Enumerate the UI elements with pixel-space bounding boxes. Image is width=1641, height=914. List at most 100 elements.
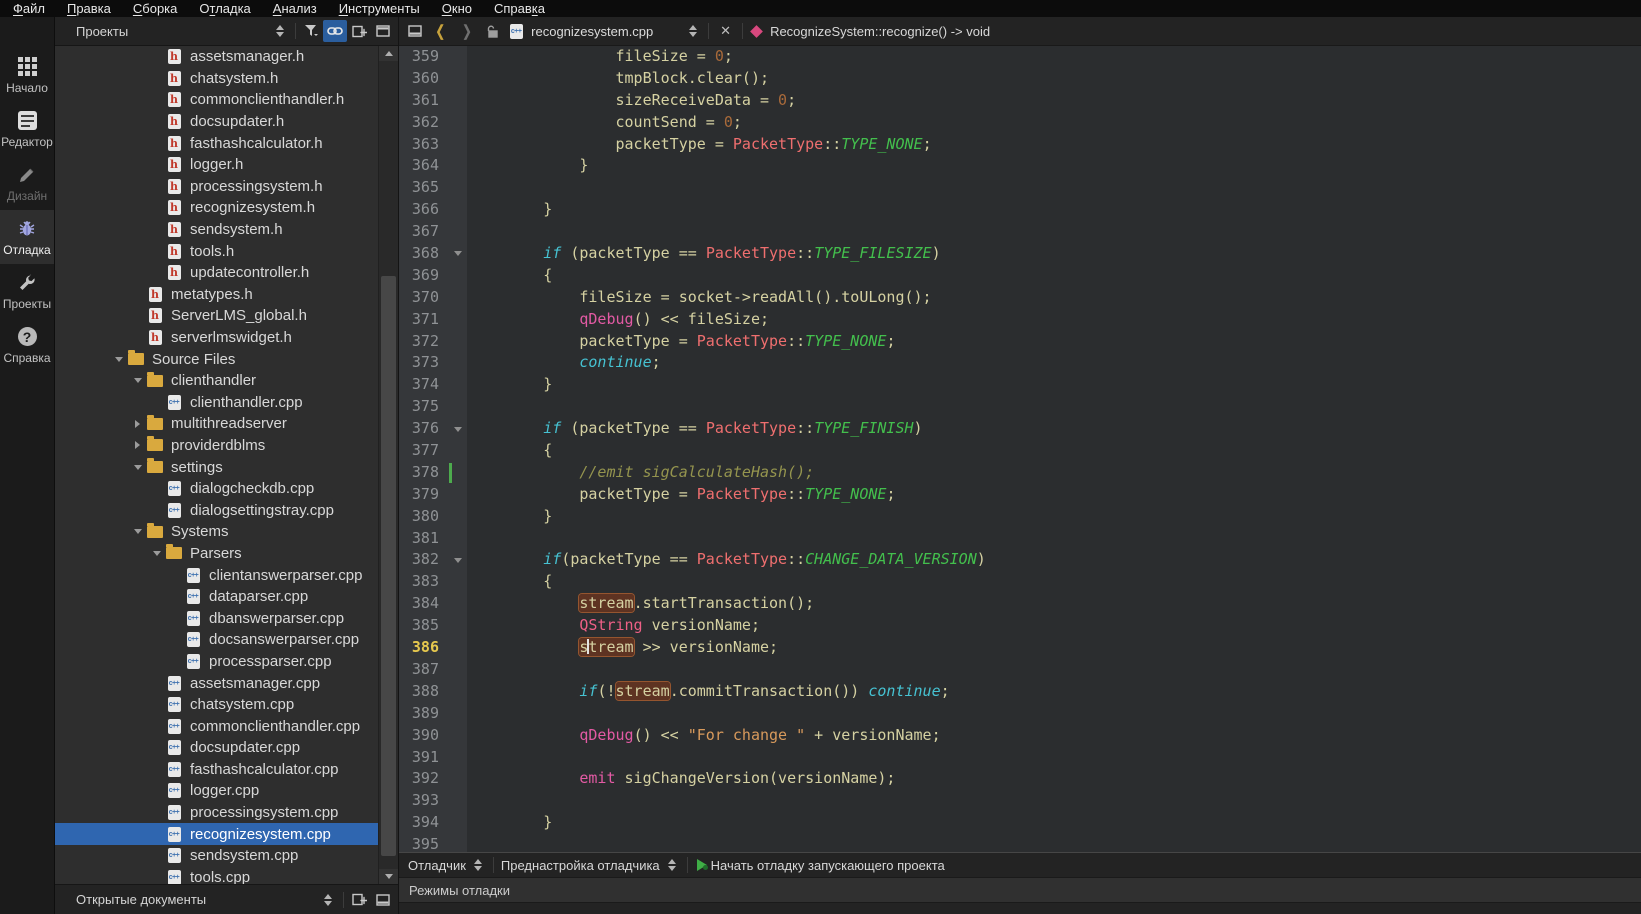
- code-line-383[interactable]: 383 {: [399, 571, 1641, 593]
- code-line-395[interactable]: 395: [399, 834, 1641, 852]
- tree-scrollbar[interactable]: [378, 46, 398, 884]
- menu-Инструменты[interactable]: Инструменты: [328, 0, 431, 17]
- link-with-editor-icon[interactable]: [323, 20, 347, 42]
- scrollbar-thumb[interactable]: [381, 276, 396, 856]
- code-line-372[interactable]: 372 packetType = PacketType::TYPE_NONE;: [399, 331, 1641, 353]
- code-editor[interactable]: 359 fileSize = 0;360 tmpBlock.clear();36…: [399, 46, 1641, 852]
- tree-file-serverlmswidget.h[interactable]: hserverlmswidget.h: [55, 327, 379, 349]
- tree-file-recognizesystem.h[interactable]: hrecognizesystem.h: [55, 197, 379, 219]
- fold-marker-icon[interactable]: [449, 418, 467, 440]
- tree-folder-clienthandler[interactable]: clienthandler: [55, 370, 379, 392]
- split-icon[interactable]: [347, 889, 371, 911]
- file-combo-icon[interactable]: [681, 20, 705, 42]
- mode-Редактор[interactable]: Редактор: [0, 102, 54, 156]
- tree-folder-settings[interactable]: settings: [55, 456, 379, 478]
- tree-file-updatecontroller.h[interactable]: hupdatecontroller.h: [55, 262, 379, 284]
- code-line-360[interactable]: 360 tmpBlock.clear();: [399, 68, 1641, 90]
- open-documents-title[interactable]: Открытые документы: [55, 892, 316, 907]
- menu-Сборка[interactable]: Сборка: [122, 0, 189, 17]
- tree-file-processingsystem.h[interactable]: hprocessingsystem.h: [55, 176, 379, 198]
- mode-Начало[interactable]: Начало: [0, 48, 54, 102]
- tree-file-docsupdater.cpp[interactable]: c++docsupdater.cpp: [55, 737, 379, 759]
- close-panel-icon[interactable]: [371, 20, 395, 42]
- code-line-367[interactable]: 367: [399, 221, 1641, 243]
- tree-file-tools.h[interactable]: htools.h: [55, 240, 379, 262]
- code-line-387[interactable]: 387: [399, 659, 1641, 681]
- code-line-394[interactable]: 394 }: [399, 812, 1641, 834]
- code-line-390[interactable]: 390 qDebug() << "For change " + versionN…: [399, 725, 1641, 747]
- tree-folder-multithreadserver[interactable]: multithreadserver: [55, 413, 379, 435]
- code-line-369[interactable]: 369 {: [399, 265, 1641, 287]
- projects-panel-title[interactable]: Проекты: [55, 24, 268, 39]
- code-line-375[interactable]: 375: [399, 396, 1641, 418]
- code-line-363[interactable]: 363 packetType = PacketType::TYPE_NONE;: [399, 134, 1641, 156]
- code-line-379[interactable]: 379 packetType = PacketType::TYPE_NONE;: [399, 484, 1641, 506]
- scroll-down-icon[interactable]: [379, 869, 398, 884]
- unlock-icon[interactable]: [480, 20, 504, 42]
- tree-file-dialogsettingstray.cpp[interactable]: c++dialogsettingstray.cpp: [55, 499, 379, 521]
- code-line-371[interactable]: 371 qDebug() << fileSize;: [399, 309, 1641, 331]
- tree-file-sendsystem.cpp[interactable]: c++sendsystem.cpp: [55, 845, 379, 867]
- code-line-378[interactable]: 378 //emit sigCalculateHash();: [399, 462, 1641, 484]
- code-line-391[interactable]: 391: [399, 747, 1641, 769]
- code-line-385[interactable]: 385 QString versionName;: [399, 615, 1641, 637]
- sort-combo-icon[interactable]: [316, 889, 340, 911]
- current-symbol[interactable]: RecognizeSystem::recognize() -> void: [770, 24, 990, 39]
- tree-file-metatypes.h[interactable]: hmetatypes.h: [55, 284, 379, 306]
- code-line-364[interactable]: 364 }: [399, 155, 1641, 177]
- start-debug-button[interactable]: Начать отладку запускающего проекта: [711, 858, 945, 873]
- tree-file-docsanswerparser.cpp[interactable]: c++docsanswerparser.cpp: [55, 629, 379, 651]
- tree-file-ServerLMS_global.h[interactable]: hServerLMS_global.h: [55, 305, 379, 327]
- tree-file-assetsmanager.h[interactable]: hassetsmanager.h: [55, 46, 379, 68]
- code-line-381[interactable]: 381: [399, 528, 1641, 550]
- code-line-377[interactable]: 377 {: [399, 440, 1641, 462]
- tree-file-recognizesystem.cpp[interactable]: c++recognizesystem.cpp: [55, 823, 379, 845]
- code-line-368[interactable]: 368 if (packetType == PacketType::TYPE_F…: [399, 243, 1641, 265]
- debugger-combo-icon[interactable]: [466, 854, 490, 876]
- sort-combo-icon[interactable]: [268, 20, 292, 42]
- code-line-373[interactable]: 373 continue;: [399, 352, 1641, 374]
- debug-preset-combo-label[interactable]: Преднастройка отладчика: [501, 858, 660, 873]
- code-line-366[interactable]: 366 }: [399, 199, 1641, 221]
- tree-file-processingsystem.cpp[interactable]: c++processingsystem.cpp: [55, 802, 379, 824]
- mode-Отладка[interactable]: Отладка: [0, 210, 54, 264]
- tree-file-commonclienthandler.h[interactable]: hcommonclienthandler.h: [55, 89, 379, 111]
- code-line-389[interactable]: 389: [399, 703, 1641, 725]
- code-line-393[interactable]: 393: [399, 790, 1641, 812]
- tree-file-processparser.cpp[interactable]: c++processparser.cpp: [55, 651, 379, 673]
- tree-file-clientanswerparser.cpp[interactable]: c++clientanswerparser.cpp: [55, 564, 379, 586]
- code-line-382[interactable]: 382 if(packetType == PacketType::CHANGE_…: [399, 549, 1641, 571]
- code-line-361[interactable]: 361 sizeReceiveData = 0;: [399, 90, 1641, 112]
- tree-folder-Parsers[interactable]: Parsers: [55, 543, 379, 565]
- code-line-370[interactable]: 370 fileSize = socket->readAll().toULong…: [399, 287, 1641, 309]
- close-icon[interactable]: ✕: [712, 23, 739, 39]
- fold-marker-icon[interactable]: [449, 549, 467, 571]
- hide-panel-icon[interactable]: [403, 20, 427, 42]
- split-icon[interactable]: [347, 20, 371, 42]
- tree-file-fasthashcalculator.cpp[interactable]: c++fasthashcalculator.cpp: [55, 759, 379, 781]
- tree-folder-providerdblms[interactable]: providerdblms: [55, 435, 379, 457]
- tree-file-chatsystem.cpp[interactable]: c++chatsystem.cpp: [55, 694, 379, 716]
- tree-file-tools.cpp[interactable]: c++tools.cpp: [55, 867, 379, 884]
- tree-file-docsupdater.h[interactable]: hdocsupdater.h: [55, 111, 379, 133]
- tree-file-dbanswerparser.cpp[interactable]: c++dbanswerparser.cpp: [55, 607, 379, 629]
- tree-file-clienthandler.cpp[interactable]: c++clienthandler.cpp: [55, 392, 379, 414]
- tree-folder-Systems[interactable]: Systems: [55, 521, 379, 543]
- tree-file-sendsystem.h[interactable]: hsendsystem.h: [55, 219, 379, 241]
- tree-file-logger.cpp[interactable]: c++logger.cpp: [55, 780, 379, 802]
- menu-Анализ[interactable]: Анализ: [262, 0, 328, 17]
- tree-file-fasthashcalculator.h[interactable]: hfasthashcalculator.h: [55, 132, 379, 154]
- back-icon[interactable]: ❬: [427, 22, 454, 40]
- menu-Окно[interactable]: Окно: [431, 0, 483, 17]
- mode-Справка[interactable]: ?Справка: [0, 318, 54, 372]
- menu-Отладка[interactable]: Отладка: [188, 0, 261, 17]
- forward-icon[interactable]: ❭: [454, 22, 481, 40]
- code-line-392[interactable]: 392 emit sigChangeVersion(versionName);: [399, 768, 1641, 790]
- code-line-359[interactable]: 359 fileSize = 0;: [399, 46, 1641, 68]
- debugger-combo-label[interactable]: Отладчик: [408, 858, 466, 873]
- scroll-up-icon[interactable]: [379, 46, 398, 61]
- tree-file-chatsystem.h[interactable]: hchatsystem.h: [55, 68, 379, 90]
- menu-Справка[interactable]: Справка: [483, 0, 556, 17]
- tree-file-assetsmanager.cpp[interactable]: c++assetsmanager.cpp: [55, 672, 379, 694]
- debug-preset-combo-icon[interactable]: [660, 854, 684, 876]
